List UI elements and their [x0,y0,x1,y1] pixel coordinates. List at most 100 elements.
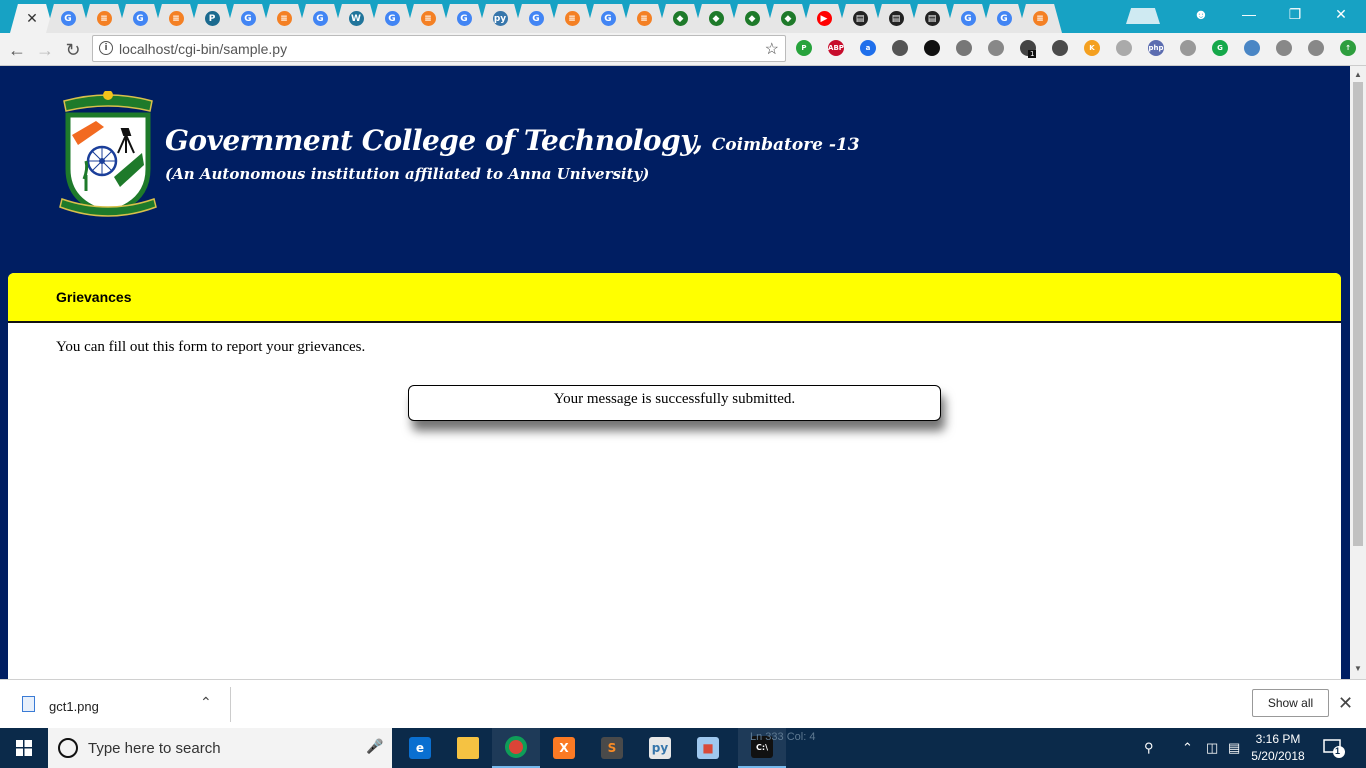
info-icon[interactable]: i [99,41,113,55]
xampp-taskbar-icon[interactable]: X [540,728,588,768]
download-filename[interactable]: gct1.png [49,699,99,714]
site-title-location: Coimbatore -13 [711,135,860,155]
notification-icon[interactable] [1322,736,1346,760]
paint-taskbar-icon[interactable]: ■ [684,728,732,768]
close-tab-icon[interactable]: ✕ [26,10,38,27]
google-favicon-icon: G [60,11,76,26]
google-favicon-icon: G [600,11,616,26]
pen-extension-icon[interactable] [1180,40,1196,56]
show-all-button[interactable]: Show all [1252,689,1329,717]
image-file-icon[interactable] [22,696,35,712]
windows-start-button[interactable] [0,728,48,768]
gear-extension-icon[interactable] [956,40,972,56]
head-extension-icon[interactable] [988,40,1004,56]
grievance-panel: Grievances You can fill out this form to… [8,273,1341,679]
file-explorer-taskbar-icon[interactable] [444,728,492,768]
people-icon[interactable]: ⚲ [1144,740,1154,756]
g-extension-icon[interactable]: G [1212,40,1228,56]
pocket-extension-icon[interactable] [892,40,908,56]
pp-extension-icon[interactable]: P [796,40,812,56]
clock-time: 3:16 PM [1255,732,1301,746]
windows-taskbar: Type here to search 🎤 e X S py ■ C:\ Ln … [0,728,1366,768]
college-logo [59,91,157,217]
windows-icon [16,740,32,756]
stack-favicon-icon: ≡ [1032,11,1048,26]
divider [230,687,231,722]
puzzle-extension-icon[interactable] [1308,40,1324,56]
close-window-button[interactable]: ✕ [1318,0,1364,28]
pyedit-favicon-icon: P [204,11,220,26]
close-icon[interactable]: ✕ [1338,693,1353,714]
stack-favicon-icon: ≡ [420,11,436,26]
google-favicon-icon: G [960,11,976,26]
address-url[interactable]: localhost/cgi-bin/sample.py [119,41,287,57]
taskbar-search[interactable]: Type here to search 🎤 [48,728,392,768]
battery-icon[interactable]: ◫ [1206,740,1218,756]
system-clock[interactable]: 3:16 PM 5/20/2018 [1248,731,1308,765]
back-icon[interactable]: ← [4,37,30,63]
download-bar: gct1.png ⌃ Show all ✕ [0,679,1366,728]
gct-favicon-icon: ◆ [744,11,760,26]
book-favicon-icon: ▤ [924,11,940,26]
google-favicon-icon: G [132,11,148,26]
book-favicon-icon: ▤ [888,11,904,26]
gct-favicon-icon: ◆ [708,11,724,26]
monitor-extension-icon[interactable] [1244,40,1260,56]
notification-count: 1 [1335,746,1341,756]
page-scrollbar[interactable]: ▲ ▼ [1350,66,1366,679]
google-favicon-icon: G [384,11,400,26]
k-extension-icon[interactable]: K [1084,40,1100,56]
php-extension-icon[interactable]: php [1148,40,1164,56]
panel-heading: Grievances [8,273,1341,323]
google-favicon-icon: G [240,11,256,26]
web-page: Government College of Technology, Coimba… [0,66,1350,679]
google-favicon-icon: G [312,11,328,26]
scroll-up-icon[interactable]: ▲ [1354,70,1362,79]
new-tab-button[interactable] [1126,8,1160,24]
shield2-extension-icon[interactable] [1276,40,1292,56]
scroll-thumb[interactable] [1353,82,1363,546]
gct-favicon-icon: ◆ [780,11,796,26]
profile-icon[interactable]: ☻ [1178,0,1224,28]
cortana-icon [58,738,78,758]
sublime-taskbar-icon[interactable]: S [588,728,636,768]
background-status-text: Ln 333 Col: 4 [750,731,816,743]
site-title-main: Government College of Technology, [165,124,703,157]
maximize-button[interactable]: ❐ [1272,0,1318,28]
clock-date: 5/20/2018 [1251,749,1305,763]
stack-favicon-icon: ≡ [96,11,112,26]
edge-taskbar-icon[interactable]: e [396,728,444,768]
reload-icon[interactable]: ↻ [60,37,86,63]
evernote-extension-icon[interactable] [1052,40,1068,56]
extension-badge: 1 [1028,50,1037,58]
youtube-favicon-icon: ▶ [816,11,832,26]
wordpress-favicon-icon: W [348,11,364,26]
address-bar[interactable]: i localhost/cgi-bin/sample.py ☆ [92,35,786,62]
circle-extension-icon[interactable] [924,40,940,56]
chevron-up-tray-icon[interactable]: ⌃ [1182,740,1193,756]
chevron-up-icon[interactable]: ⌃ [200,694,212,711]
shield-extension-icon[interactable] [1116,40,1132,56]
abp-extension-icon[interactable]: ABP [828,40,844,56]
chrome-taskbar-icon[interactable] [492,728,540,768]
stack-favicon-icon: ≡ [564,11,580,26]
stack-favicon-icon: ≡ [168,11,184,26]
stack-favicon-icon: ≡ [276,11,292,26]
site-tagline: (An Autonomous institution affiliated to… [165,165,650,183]
microphone-icon[interactable]: 🎤 [366,738,383,755]
book-favicon-icon: ▤ [852,11,868,26]
python-file-taskbar-icon[interactable]: py [636,728,684,768]
forward-icon[interactable]: → [32,37,58,63]
gct-favicon-icon: ◆ [672,11,688,26]
google-favicon-icon: G [456,11,472,26]
a-extension-icon[interactable]: a [860,40,876,56]
google-favicon-icon: G [528,11,544,26]
scroll-down-icon[interactable]: ▼ [1354,664,1362,673]
bookmark-star-icon[interactable]: ☆ [765,39,779,59]
minimize-button[interactable]: — [1226,0,1272,28]
up-extension-icon[interactable]: ↑ [1340,40,1356,56]
site-title: Government College of Technology, Coimba… [165,124,860,157]
network-icon[interactable]: ▤ [1228,740,1240,756]
google-favicon-icon: G [996,11,1012,26]
search-placeholder[interactable]: Type here to search [88,740,221,757]
